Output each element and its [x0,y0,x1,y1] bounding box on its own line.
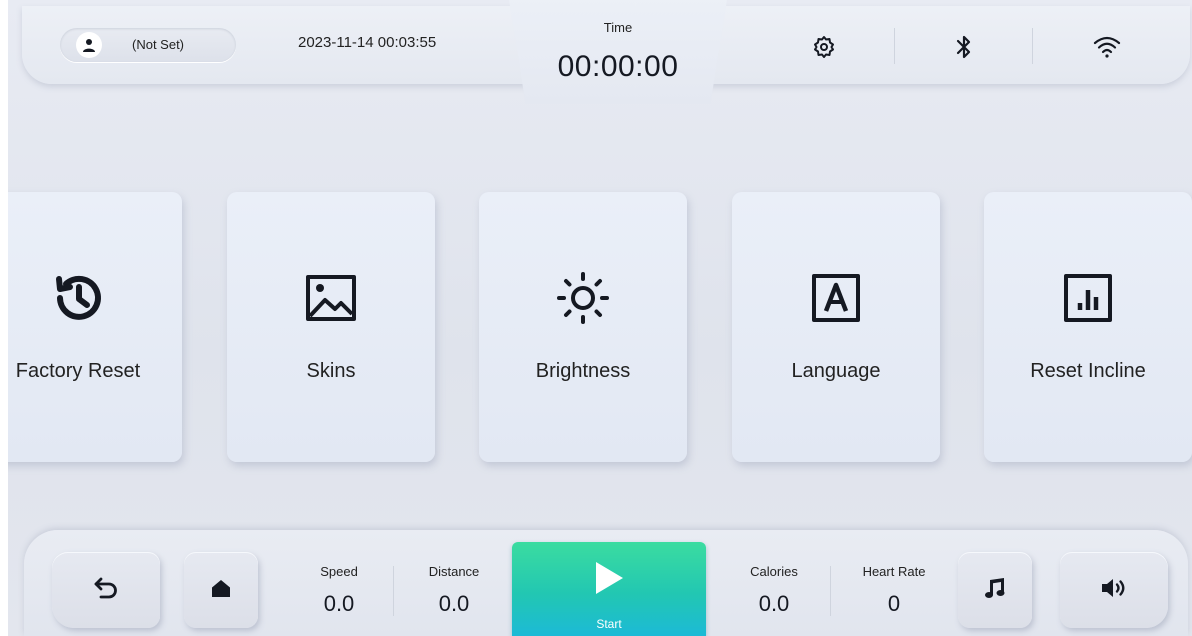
heart-rate-metric: Heart Rate 0 [846,564,942,617]
settings-gear-icon[interactable] [809,32,839,62]
metric-divider [393,566,394,616]
heart-rate-label: Heart Rate [862,564,926,579]
calories-label: Calories [750,564,798,579]
tile-label: Skins [306,360,356,382]
tile-brightness[interactable]: Brightness [479,192,687,462]
timer-display: Time 00:00:00 [508,0,728,102]
speed-label: Speed [320,564,358,579]
home-button[interactable] [184,552,258,628]
home-icon [211,578,231,603]
tile-reset-incline[interactable]: Reset Incline [984,192,1192,462]
music-icon [984,577,1006,604]
distance-value: 0.0 [438,591,470,616]
letter-a-icon [732,270,940,326]
wifi-icon[interactable] [1092,32,1122,62]
bluetooth-icon[interactable] [949,32,979,62]
timer-label: Time [603,20,633,35]
image-icon [227,270,435,326]
heart-rate-value: 0 [887,591,901,616]
start-label: Start [596,617,622,631]
volume-icon [1100,577,1128,604]
play-icon [593,560,625,601]
bar-chart-icon [984,270,1192,326]
settings-screen: (Not Set) 2023-11-14 00:03:55 Time 00:00… [8,0,1192,636]
music-button[interactable] [958,552,1032,628]
start-button[interactable]: Start [512,542,706,636]
header-divider [1032,28,1033,64]
calories-metric: Calories 0.0 [730,564,818,617]
back-button[interactable] [52,552,160,628]
calories-value: 0.0 [758,591,790,616]
tile-factory-reset[interactable]: Factory Reset [8,192,182,462]
distance-label: Distance [428,564,480,579]
sun-icon [479,270,687,326]
header-divider [894,28,895,64]
tile-label: Factory Reset [15,360,141,382]
timer-value: 00:00:00 [557,50,679,83]
user-name: (Not Set) [132,37,185,52]
tile-label: Brightness [535,360,631,382]
speed-value: 0.0 [323,591,355,616]
back-icon [93,577,119,604]
current-datetime: 2023-11-14 00:03:55 [298,34,437,51]
user-profile-button[interactable]: (Not Set) [60,28,236,62]
user-icon [76,32,102,58]
history-icon [8,270,182,326]
speed-metric: Speed 0.0 [294,564,384,617]
tile-skins[interactable]: Skins [227,192,435,462]
volume-button[interactable] [1060,552,1168,628]
tile-label: Language [791,360,881,382]
tile-language[interactable]: Language [732,192,940,462]
distance-metric: Distance 0.0 [408,564,500,617]
tile-label: Reset Incline [1030,360,1146,382]
metric-divider [830,566,831,616]
